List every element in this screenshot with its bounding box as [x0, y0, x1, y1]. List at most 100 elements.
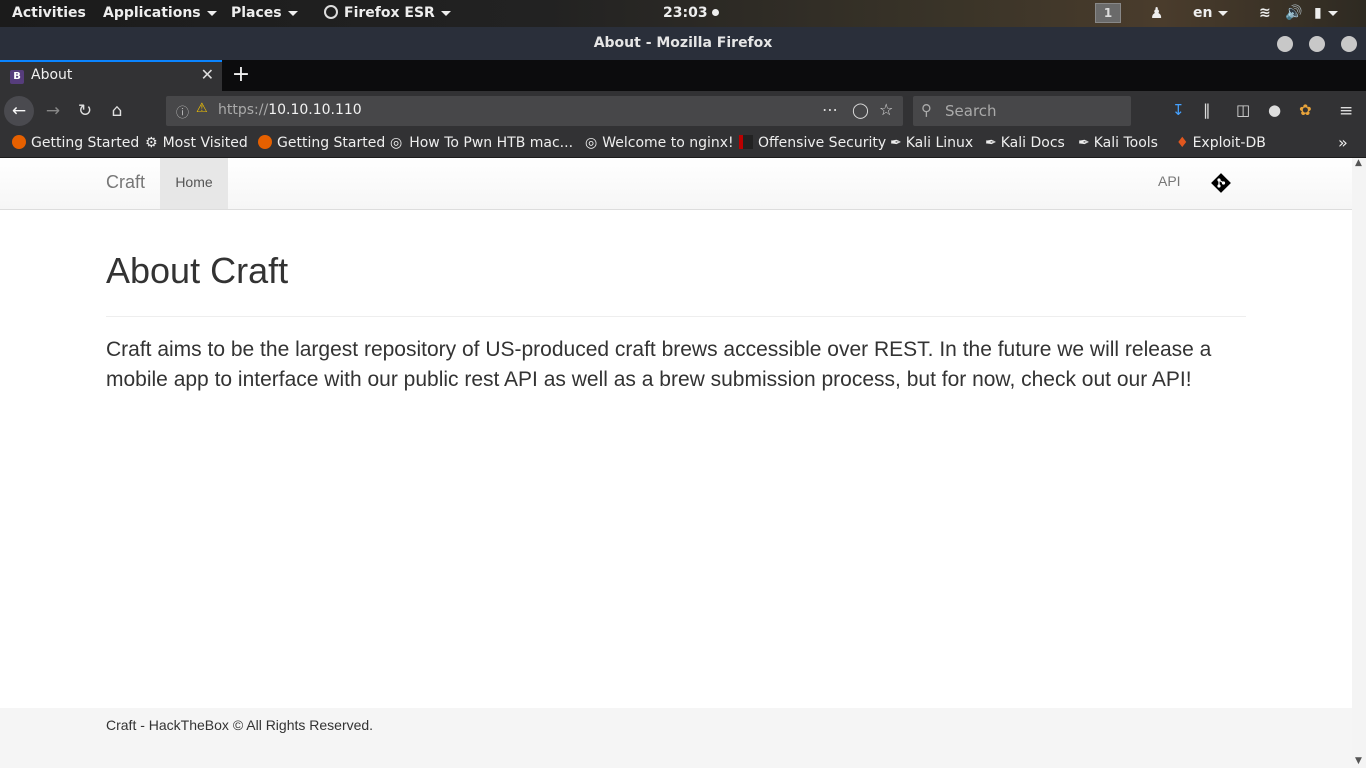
- back-button[interactable]: ←: [4, 96, 34, 126]
- url-scheme: https://: [218, 102, 269, 118]
- places-menu[interactable]: Places: [231, 0, 298, 27]
- clock[interactable]: 23:03: [663, 0, 720, 27]
- bookmark-kali-tools[interactable]: ✒ Kali Tools: [1078, 135, 1158, 151]
- tab-about[interactable]: B About ✕: [0, 60, 222, 91]
- bookmark-label: Kali Linux: [905, 135, 974, 151]
- close-window-button[interactable]: [1341, 36, 1357, 52]
- minimize-button[interactable]: [1277, 36, 1293, 52]
- window-title: About - Mozilla Firefox: [593, 35, 773, 51]
- chevron-down-icon: [287, 10, 298, 16]
- page-actions-icon[interactable]: ⋯: [822, 100, 838, 119]
- search-placeholder: Search: [945, 102, 997, 120]
- firefox-icon: [258, 135, 272, 149]
- applications-menu[interactable]: Applications: [103, 0, 217, 27]
- bootstrap-favicon-icon: B: [10, 70, 24, 84]
- globe-icon: ◎: [585, 135, 598, 151]
- wifi-icon[interactable]: ≋: [1259, 0, 1271, 27]
- url-text: https://10.10.10.110: [218, 102, 362, 118]
- git-logo-icon[interactable]: [1210, 172, 1232, 194]
- kali-dragon-icon: ✒: [890, 135, 902, 151]
- kali-dragon-icon: ✒: [985, 135, 997, 151]
- library-icon[interactable]: ‖: [1203, 101, 1211, 119]
- site-footer: Craft - HackTheBox © All Rights Reserved…: [0, 708, 1352, 768]
- chevron-down-icon: [206, 10, 217, 16]
- insecure-lock-icon[interactable]: ⚠: [196, 101, 208, 116]
- site-navbar: Craft Home API: [0, 158, 1352, 210]
- divider: [106, 316, 1246, 317]
- extension-icon[interactable]: ✿: [1299, 101, 1312, 119]
- system-menu[interactable]: ▮: [1314, 0, 1338, 27]
- bookmark-label: Kali Docs: [1000, 135, 1065, 151]
- firefox-icon: [12, 135, 26, 149]
- app-menu-label: Firefox ESR: [344, 5, 435, 21]
- workspace-number: 1: [1095, 3, 1121, 23]
- sidebar-icon[interactable]: ◫: [1236, 101, 1250, 119]
- language-menu[interactable]: en: [1193, 0, 1229, 27]
- bookmark-star-icon[interactable]: ☆: [879, 100, 893, 119]
- bookmark-label: How To Pwn HTB mac...: [409, 135, 574, 151]
- close-tab-icon[interactable]: ✕: [201, 65, 214, 84]
- bookmark-getting-started[interactable]: Getting Started: [12, 135, 139, 151]
- bookmark-offsec[interactable]: Offensive Security: [739, 135, 886, 151]
- bookmark-nginx[interactable]: ◎ Welcome to nginx!: [585, 135, 734, 151]
- gnome-top-bar: Activities Applications Places Firefox E…: [0, 0, 1366, 27]
- applications-label: Applications: [103, 5, 201, 21]
- url-host: 10.10.10.110: [268, 102, 362, 118]
- account-icon[interactable]: ●: [1268, 101, 1281, 119]
- url-bar[interactable]: ⓘ ⚠ https://10.10.10.110 ⋯ ◯ ☆: [166, 96, 903, 126]
- footer-text: Craft - HackTheBox © All Rights Reserved…: [106, 717, 374, 733]
- tab-label: About: [31, 67, 73, 83]
- places-label: Places: [231, 5, 282, 21]
- bookmarks-toolbar: Getting Started ⚙ Most Visited Getting St…: [0, 132, 1366, 158]
- volume-icon[interactable]: 🔊: [1285, 0, 1302, 27]
- lead-paragraph: Craft aims to be the largest repository …: [106, 338, 1212, 391]
- bookmarks-overflow-icon[interactable]: »: [1338, 133, 1348, 152]
- bookmark-htb[interactable]: ◎ How To Pwn HTB mac...: [390, 135, 573, 151]
- bookmark-label: Offensive Security: [758, 135, 887, 151]
- notification-dot-icon: [712, 9, 720, 16]
- bookmark-label: Welcome to nginx!: [602, 135, 734, 151]
- page-viewport: Craft Home API About Craft Craft aims to…: [0, 158, 1352, 768]
- activities-button[interactable]: Activities: [12, 0, 86, 27]
- info-icon[interactable]: ⓘ: [176, 102, 189, 121]
- forward-button[interactable]: →: [38, 96, 68, 126]
- firefox-icon: [324, 5, 338, 19]
- bookmark-exploit-db[interactable]: ♦ Exploit-DB: [1176, 135, 1266, 151]
- nav-home[interactable]: Home: [160, 158, 228, 209]
- bookmark-label: Most Visited: [162, 135, 248, 151]
- downloads-icon[interactable]: ↧: [1172, 101, 1185, 119]
- clock-label: 23:03: [663, 5, 708, 21]
- reload-button[interactable]: ↻: [70, 96, 100, 126]
- exploit-db-icon: ♦: [1176, 135, 1189, 151]
- bookmark-most-visited[interactable]: ⚙ Most Visited: [145, 135, 248, 151]
- app-menu[interactable]: Firefox ESR: [324, 0, 451, 27]
- globe-icon: ◎: [390, 135, 403, 151]
- chevron-down-icon: [1327, 10, 1338, 16]
- pocket-icon[interactable]: ◯: [852, 101, 869, 119]
- scroll-up-icon[interactable]: ▲: [1355, 158, 1362, 168]
- users-icon[interactable]: ♟: [1150, 0, 1163, 27]
- maximize-button[interactable]: [1309, 36, 1325, 52]
- page-title: About Craft: [106, 250, 289, 291]
- tab-strip: B About ✕ +: [0, 60, 1366, 91]
- language-label: en: [1193, 5, 1213, 21]
- bookmark-label: Getting Started: [277, 135, 386, 151]
- home-button[interactable]: ⌂: [102, 96, 132, 126]
- bookmark-kali-docs[interactable]: ✒ Kali Docs: [985, 135, 1065, 151]
- chevron-down-icon: [440, 10, 451, 16]
- new-tab-button[interactable]: +: [230, 60, 252, 91]
- offsec-icon: [739, 135, 753, 149]
- workspace-indicator[interactable]: 1: [1095, 0, 1121, 27]
- bookmark-label: Exploit-DB: [1192, 135, 1266, 151]
- bookmark-kali-linux[interactable]: ✒ Kali Linux: [890, 135, 973, 151]
- nav-api[interactable]: API: [1158, 173, 1181, 189]
- site-brand[interactable]: Craft: [106, 172, 145, 193]
- scroll-down-icon[interactable]: ▼: [1355, 756, 1362, 766]
- bookmark-getting-started-2[interactable]: Getting Started: [258, 135, 385, 151]
- scrollbar[interactable]: ▲ ▼: [1352, 158, 1366, 768]
- battery-icon: ▮: [1314, 5, 1322, 21]
- search-icon: ⚲: [921, 101, 932, 119]
- navigation-toolbar: ← → ↻ ⌂ ⓘ ⚠ https://10.10.10.110 ⋯ ◯ ☆ ⚲…: [0, 91, 1366, 132]
- search-input[interactable]: ⚲ Search: [913, 96, 1131, 126]
- menu-icon[interactable]: ≡: [1339, 101, 1353, 121]
